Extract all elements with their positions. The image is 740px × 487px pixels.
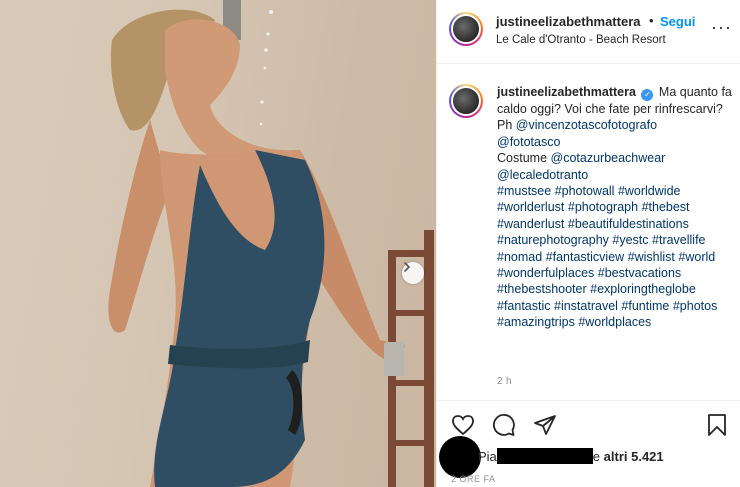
hashtag-link[interactable]: #worldplaces xyxy=(578,315,651,329)
hashtag-link[interactable]: #naturephotography xyxy=(497,233,609,247)
share-button[interactable] xyxy=(533,413,557,437)
likes-suffix: e xyxy=(592,449,601,464)
ph-label: Ph xyxy=(497,118,513,133)
hashtag-link[interactable]: #worlderlust xyxy=(497,200,564,214)
hashtag-link[interactable]: #wanderlust xyxy=(497,217,564,231)
redaction-bar xyxy=(496,448,593,464)
water-drops xyxy=(259,10,273,126)
comment-button[interactable] xyxy=(492,413,516,437)
avatar[interactable] xyxy=(449,12,483,46)
caption-avatar[interactable] xyxy=(449,84,483,118)
hashtag-link[interactable]: #yestc xyxy=(612,233,648,247)
mention-link[interactable]: @cotazurbeachwear xyxy=(551,151,666,165)
hashtag-link[interactable]: #mustsee xyxy=(497,184,551,198)
likes-count[interactable]: altri 5.421 xyxy=(604,449,664,464)
comment-icon xyxy=(493,414,515,436)
hashtag-link[interactable]: #worldwide xyxy=(618,184,681,198)
share-icon xyxy=(534,415,556,435)
bracelet xyxy=(384,342,404,376)
hashtag-link[interactable]: #nomad xyxy=(497,250,542,264)
header-username[interactable]: justineelizabethmattera xyxy=(496,14,641,29)
action-bar: Pia e altri 5.421 2 ORE FA xyxy=(437,400,740,486)
photo-illustration xyxy=(108,0,434,487)
like-button[interactable] xyxy=(451,413,475,437)
post-timestamp: 2 ORE FA xyxy=(451,474,496,484)
caption-username[interactable]: justineelizabethmattera xyxy=(497,85,636,99)
heart-icon xyxy=(452,415,474,436)
save-button[interactable] xyxy=(705,413,729,437)
hashtag-link[interactable]: #beautifuldestinations xyxy=(568,217,689,231)
hashtag-link[interactable]: #instatravel xyxy=(554,299,618,313)
mention-link[interactable]: @fototasco xyxy=(497,135,560,149)
hashtag-link[interactable]: #fantastic xyxy=(497,299,551,313)
next-photo-button[interactable] xyxy=(402,262,424,284)
mention-link[interactable]: @vincenzotascofotografo xyxy=(516,118,657,132)
costume-label: Costume xyxy=(497,151,548,166)
location-link[interactable]: Le Cale d'Otranto - Beach Resort xyxy=(496,34,666,46)
hashtag-list: #mustsee #photowall #worldwide #worlderl… xyxy=(497,184,717,329)
hashtag-link[interactable]: #funtime xyxy=(621,299,669,313)
bookmark-icon xyxy=(708,414,726,436)
hashtag-link[interactable]: #thebestshooter xyxy=(497,282,587,296)
hashtag-link[interactable]: #wonderfulplaces xyxy=(497,266,594,280)
post-header: justineelizabethmattera • Segui Le Cale … xyxy=(437,0,740,64)
liker-name-prefix: Pia xyxy=(478,449,497,464)
verified-icon: ✓ xyxy=(641,89,654,101)
hashtag-link[interactable]: #photos xyxy=(673,299,717,313)
post-panel: justineelizabethmattera • Segui Le Cale … xyxy=(436,0,740,487)
post-photo xyxy=(0,0,436,487)
hashtag-link[interactable]: #world xyxy=(678,250,715,264)
hashtag-link[interactable]: #amazingtrips xyxy=(497,315,575,329)
caption-section: justineelizabethmattera ✓ Ma quanto fa c… xyxy=(437,64,740,399)
hashtag-link[interactable]: #wishlist xyxy=(628,250,675,264)
hashtag-link[interactable]: #thebest xyxy=(642,200,690,214)
separator-dot: • xyxy=(649,13,654,28)
hashtag-link[interactable]: #travellife xyxy=(652,233,706,247)
mention-link[interactable]: @lecaledotranto xyxy=(497,168,588,182)
hashtag-link[interactable]: #bestvacations xyxy=(598,266,681,280)
hashtag-link[interactable]: #exploringtheglobe xyxy=(590,282,696,296)
chevron-right-icon xyxy=(404,262,411,272)
follow-button[interactable]: Segui xyxy=(660,14,695,29)
likes-summary[interactable]: Pia e altri 5.421 xyxy=(478,448,664,464)
caption-timestamp: 2 h xyxy=(497,376,512,387)
face-neck xyxy=(165,19,295,174)
more-options-icon[interactable]: ··· xyxy=(711,18,732,36)
hashtag-link[interactable]: #fantasticview xyxy=(546,250,625,264)
hashtag-link[interactable]: #photograph xyxy=(568,200,638,214)
hashtag-link[interactable]: #photowall xyxy=(555,184,615,198)
caption-text: justineelizabethmattera ✓ Ma quanto fa c… xyxy=(497,84,733,331)
liker-avatar-redacted xyxy=(439,436,481,478)
